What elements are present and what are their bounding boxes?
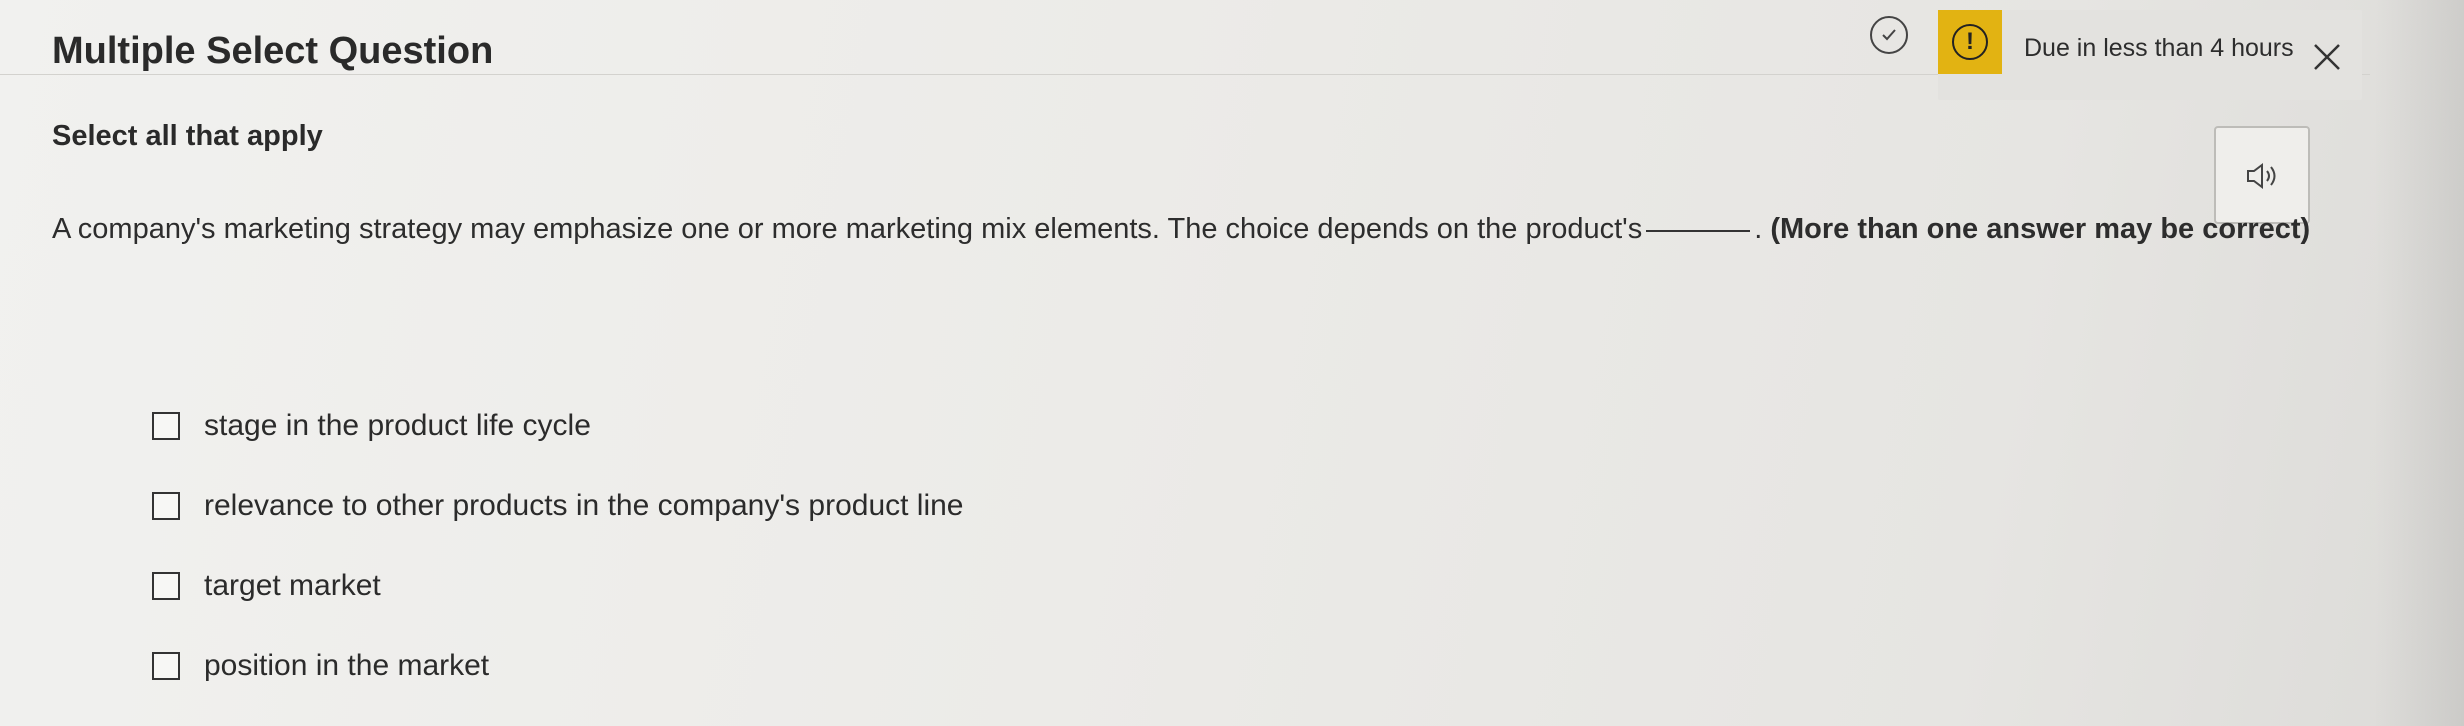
- speaker-icon: [2247, 163, 2276, 189]
- background-shadow: [2374, 0, 2464, 726]
- option-label: relevance to other products in the compa…: [204, 489, 964, 522]
- option-label: position in the market: [204, 649, 490, 682]
- answer-blank: [1646, 230, 1751, 232]
- question-type-title: Multiple Select Question: [52, 30, 494, 72]
- question-stem: A company's marketing strategy may empha…: [52, 213, 1643, 245]
- question-text: A company's marketing strategy may empha…: [52, 210, 2312, 248]
- option-target-market[interactable]: target market: [152, 566, 381, 606]
- due-text: Due in less than 4 hours: [2024, 34, 2294, 62]
- option-relevance-product-line[interactable]: relevance to other products in the compa…: [152, 486, 964, 526]
- checkbox[interactable]: [152, 572, 180, 600]
- close-icon[interactable]: [2312, 42, 2342, 72]
- checkbox[interactable]: [152, 652, 180, 680]
- due-banner: ! Due in less than 4 hours: [1938, 10, 2362, 100]
- question-note: (More than one answer may be correct): [1770, 213, 2311, 245]
- option-label: stage in the product life cycle: [204, 409, 591, 442]
- option-label: target market: [204, 569, 381, 602]
- checkbox[interactable]: [152, 492, 180, 520]
- option-position-market[interactable]: position in the market: [152, 646, 489, 686]
- instructions: Select all that apply: [52, 120, 323, 152]
- question-stem-end: .: [1754, 213, 1763, 245]
- option-stage-life-cycle[interactable]: stage in the product life cycle: [152, 406, 591, 446]
- checkbox[interactable]: [152, 412, 180, 440]
- warning-badge: !: [1938, 10, 2002, 74]
- check-circle-icon[interactable]: [1870, 16, 1908, 54]
- exclamation-circle-icon: !: [1952, 24, 1988, 60]
